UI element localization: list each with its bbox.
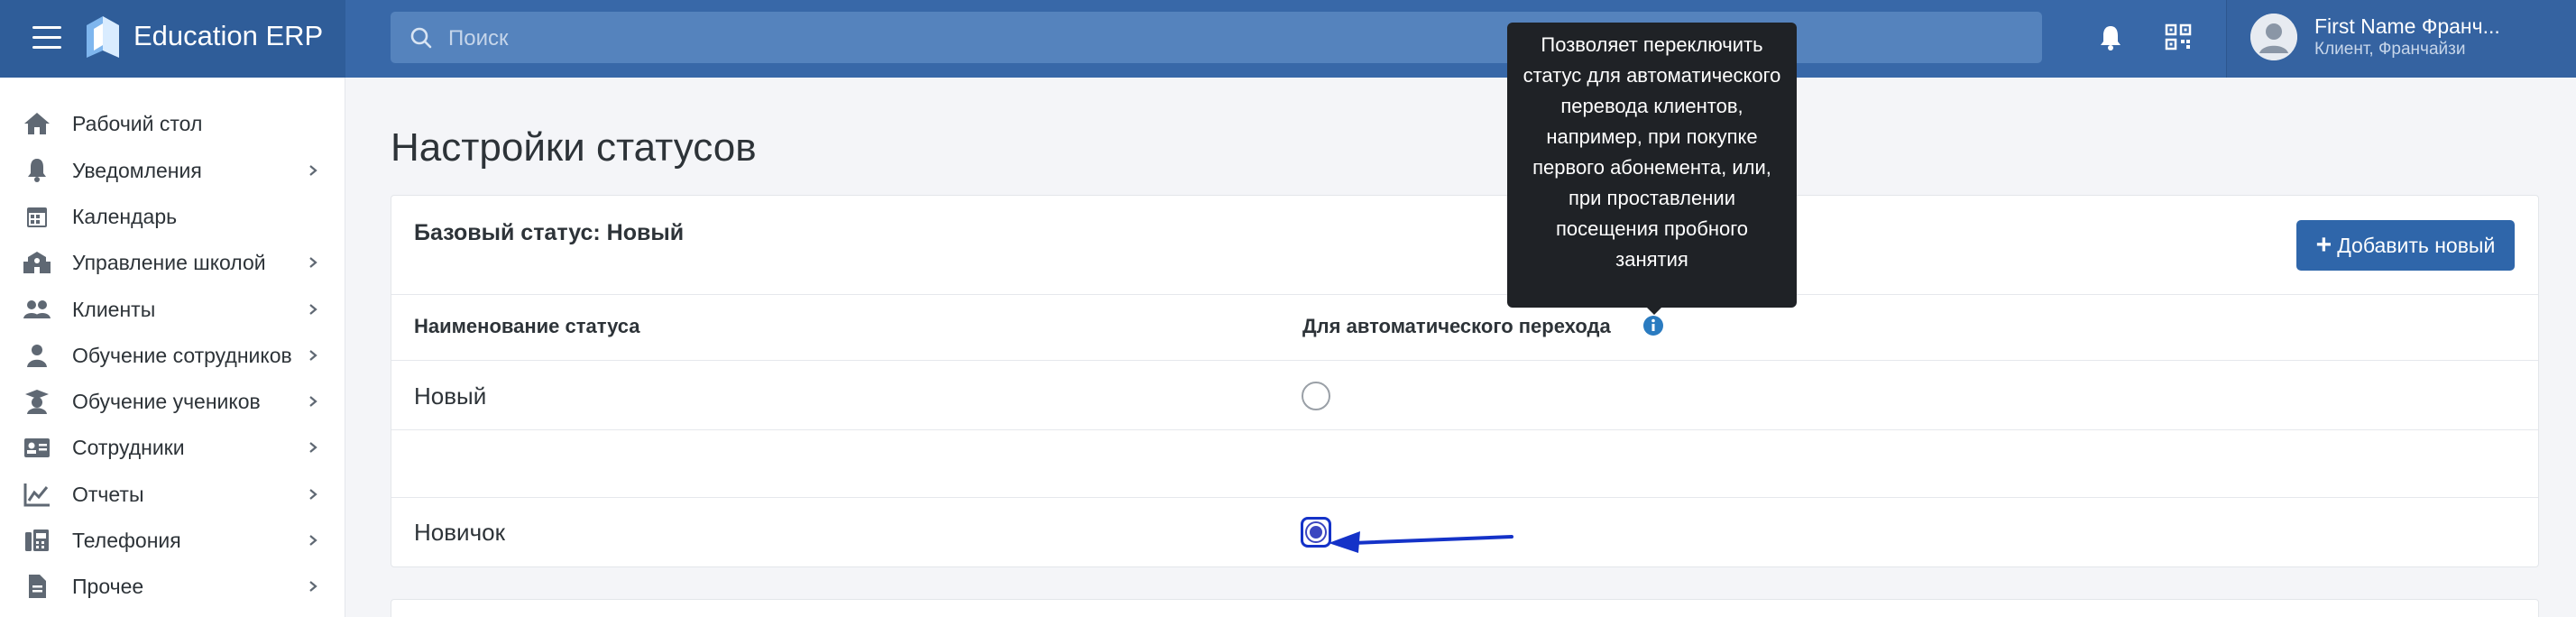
- avatar-icon: [2250, 14, 2297, 60]
- add-new-status-button[interactable]: + Добавить новый: [2296, 220, 2515, 271]
- chevron-right-icon: [309, 396, 317, 407]
- user-name: First Name Франч...: [2314, 14, 2500, 38]
- bell-icon: [28, 159, 46, 182]
- chevron-right-icon: [309, 442, 317, 453]
- sidebar-item-student-training[interactable]: Обучение учеников: [0, 381, 345, 422]
- qr-code-icon[interactable]: [2165, 23, 2192, 51]
- chevron-right-icon: [309, 350, 317, 361]
- user-role: Клиент, Франчайзи: [2314, 40, 2466, 59]
- sidebar-item-label: Календарь: [72, 205, 178, 228]
- sidebar-item-label: Сотрудники: [72, 436, 185, 459]
- status-settings-card: Базовый статус: Новый + Добавить новый Н…: [391, 195, 2539, 567]
- sidebar-item-calendar[interactable]: Календарь: [0, 196, 345, 237]
- sidebar-item-label: Телефония: [72, 529, 181, 552]
- sidebar-item-telephony[interactable]: Телефония: [0, 520, 345, 561]
- menu-toggle-icon[interactable]: [32, 26, 61, 50]
- column-header-status-name: Наименование статуса: [414, 315, 640, 337]
- sidebar-item-label: Обучение сотрудников: [72, 344, 292, 367]
- add-new-status-label: Добавить новый: [2337, 233, 2496, 257]
- home-icon: [24, 113, 50, 134]
- brand-area: Education ERP: [0, 0, 345, 78]
- notifications-bell-icon[interactable]: [2097, 23, 2124, 52]
- sidebar: Рабочий стол Уведомления Календарь Управ…: [0, 78, 345, 617]
- school-icon: [23, 252, 51, 273]
- chevron-right-icon: [309, 535, 317, 546]
- search-placeholder: Поиск: [448, 26, 509, 51]
- sidebar-item-school-management[interactable]: Управление школой: [0, 242, 345, 283]
- status-row-name: Новый: [414, 382, 487, 410]
- divider: [391, 360, 2538, 361]
- graduation-cap-icon: [25, 390, 49, 414]
- next-card: [391, 599, 2539, 617]
- sidebar-item-label: Рабочий стол: [72, 112, 203, 135]
- chevron-right-icon: [309, 489, 317, 500]
- sidebar-item-other[interactable]: Прочее: [0, 566, 345, 607]
- staff-training-icon: [27, 345, 47, 367]
- brand-name: Education ERP: [133, 20, 324, 51]
- info-icon[interactable]: [1642, 315, 1664, 336]
- user-menu[interactable]: First Name Франч... Клиент, Франчайзи: [2226, 0, 2576, 78]
- info-tooltip: Позволяет переключить статус для автомат…: [1507, 23, 1797, 308]
- sidebar-item-label: Клиенты: [72, 298, 156, 321]
- sidebar-item-label: Обучение учеников: [72, 390, 261, 413]
- auto-transition-radio[interactable]: [1302, 382, 1330, 410]
- sidebar-item-label: Уведомления: [72, 159, 202, 182]
- id-card-icon: [24, 438, 50, 457]
- divider: [391, 294, 2538, 295]
- plus-icon: +: [2315, 230, 2332, 260]
- status-row-name: Новичок: [414, 519, 505, 546]
- chevron-right-icon: [309, 581, 317, 592]
- file-icon: [29, 575, 46, 598]
- sidebar-item-employees[interactable]: Сотрудники: [0, 427, 345, 468]
- sidebar-item-notifications[interactable]: Уведомления: [0, 150, 345, 191]
- column-header-auto-transition: Для автоматического перехода: [1302, 315, 1611, 337]
- divider: [391, 429, 2538, 430]
- search-icon: [410, 27, 432, 49]
- logo-icon: [87, 16, 119, 58]
- sidebar-item-label: Управление школой: [72, 251, 266, 274]
- page-title: Настройки статусов: [391, 125, 757, 170]
- sidebar-item-desktop[interactable]: Рабочий стол: [0, 103, 345, 144]
- tooltip-arrow: [1645, 306, 1663, 315]
- chevron-right-icon: [309, 304, 317, 315]
- calendar-icon: [27, 207, 47, 227]
- sidebar-item-label: Отчеты: [72, 483, 144, 506]
- divider: [391, 497, 2538, 498]
- users-icon: [23, 300, 51, 318]
- card-title: Базовый статус: Новый: [414, 220, 685, 245]
- sidebar-item-label: Прочее: [72, 575, 144, 598]
- fax-icon: [25, 530, 49, 551]
- top-bar: Education ERP Поиск First Name Франч... …: [0, 0, 2576, 78]
- radio-dot: [1307, 523, 1325, 541]
- chart-icon: [23, 483, 50, 507]
- sidebar-item-staff-training[interactable]: Обучение сотрудников: [0, 335, 345, 376]
- chevron-right-icon: [309, 257, 317, 268]
- sidebar-item-clients[interactable]: Клиенты: [0, 289, 345, 330]
- chevron-right-icon: [309, 165, 317, 176]
- annotation-arrow-icon: [1329, 531, 1513, 553]
- sidebar-item-reports[interactable]: Отчеты: [0, 474, 345, 515]
